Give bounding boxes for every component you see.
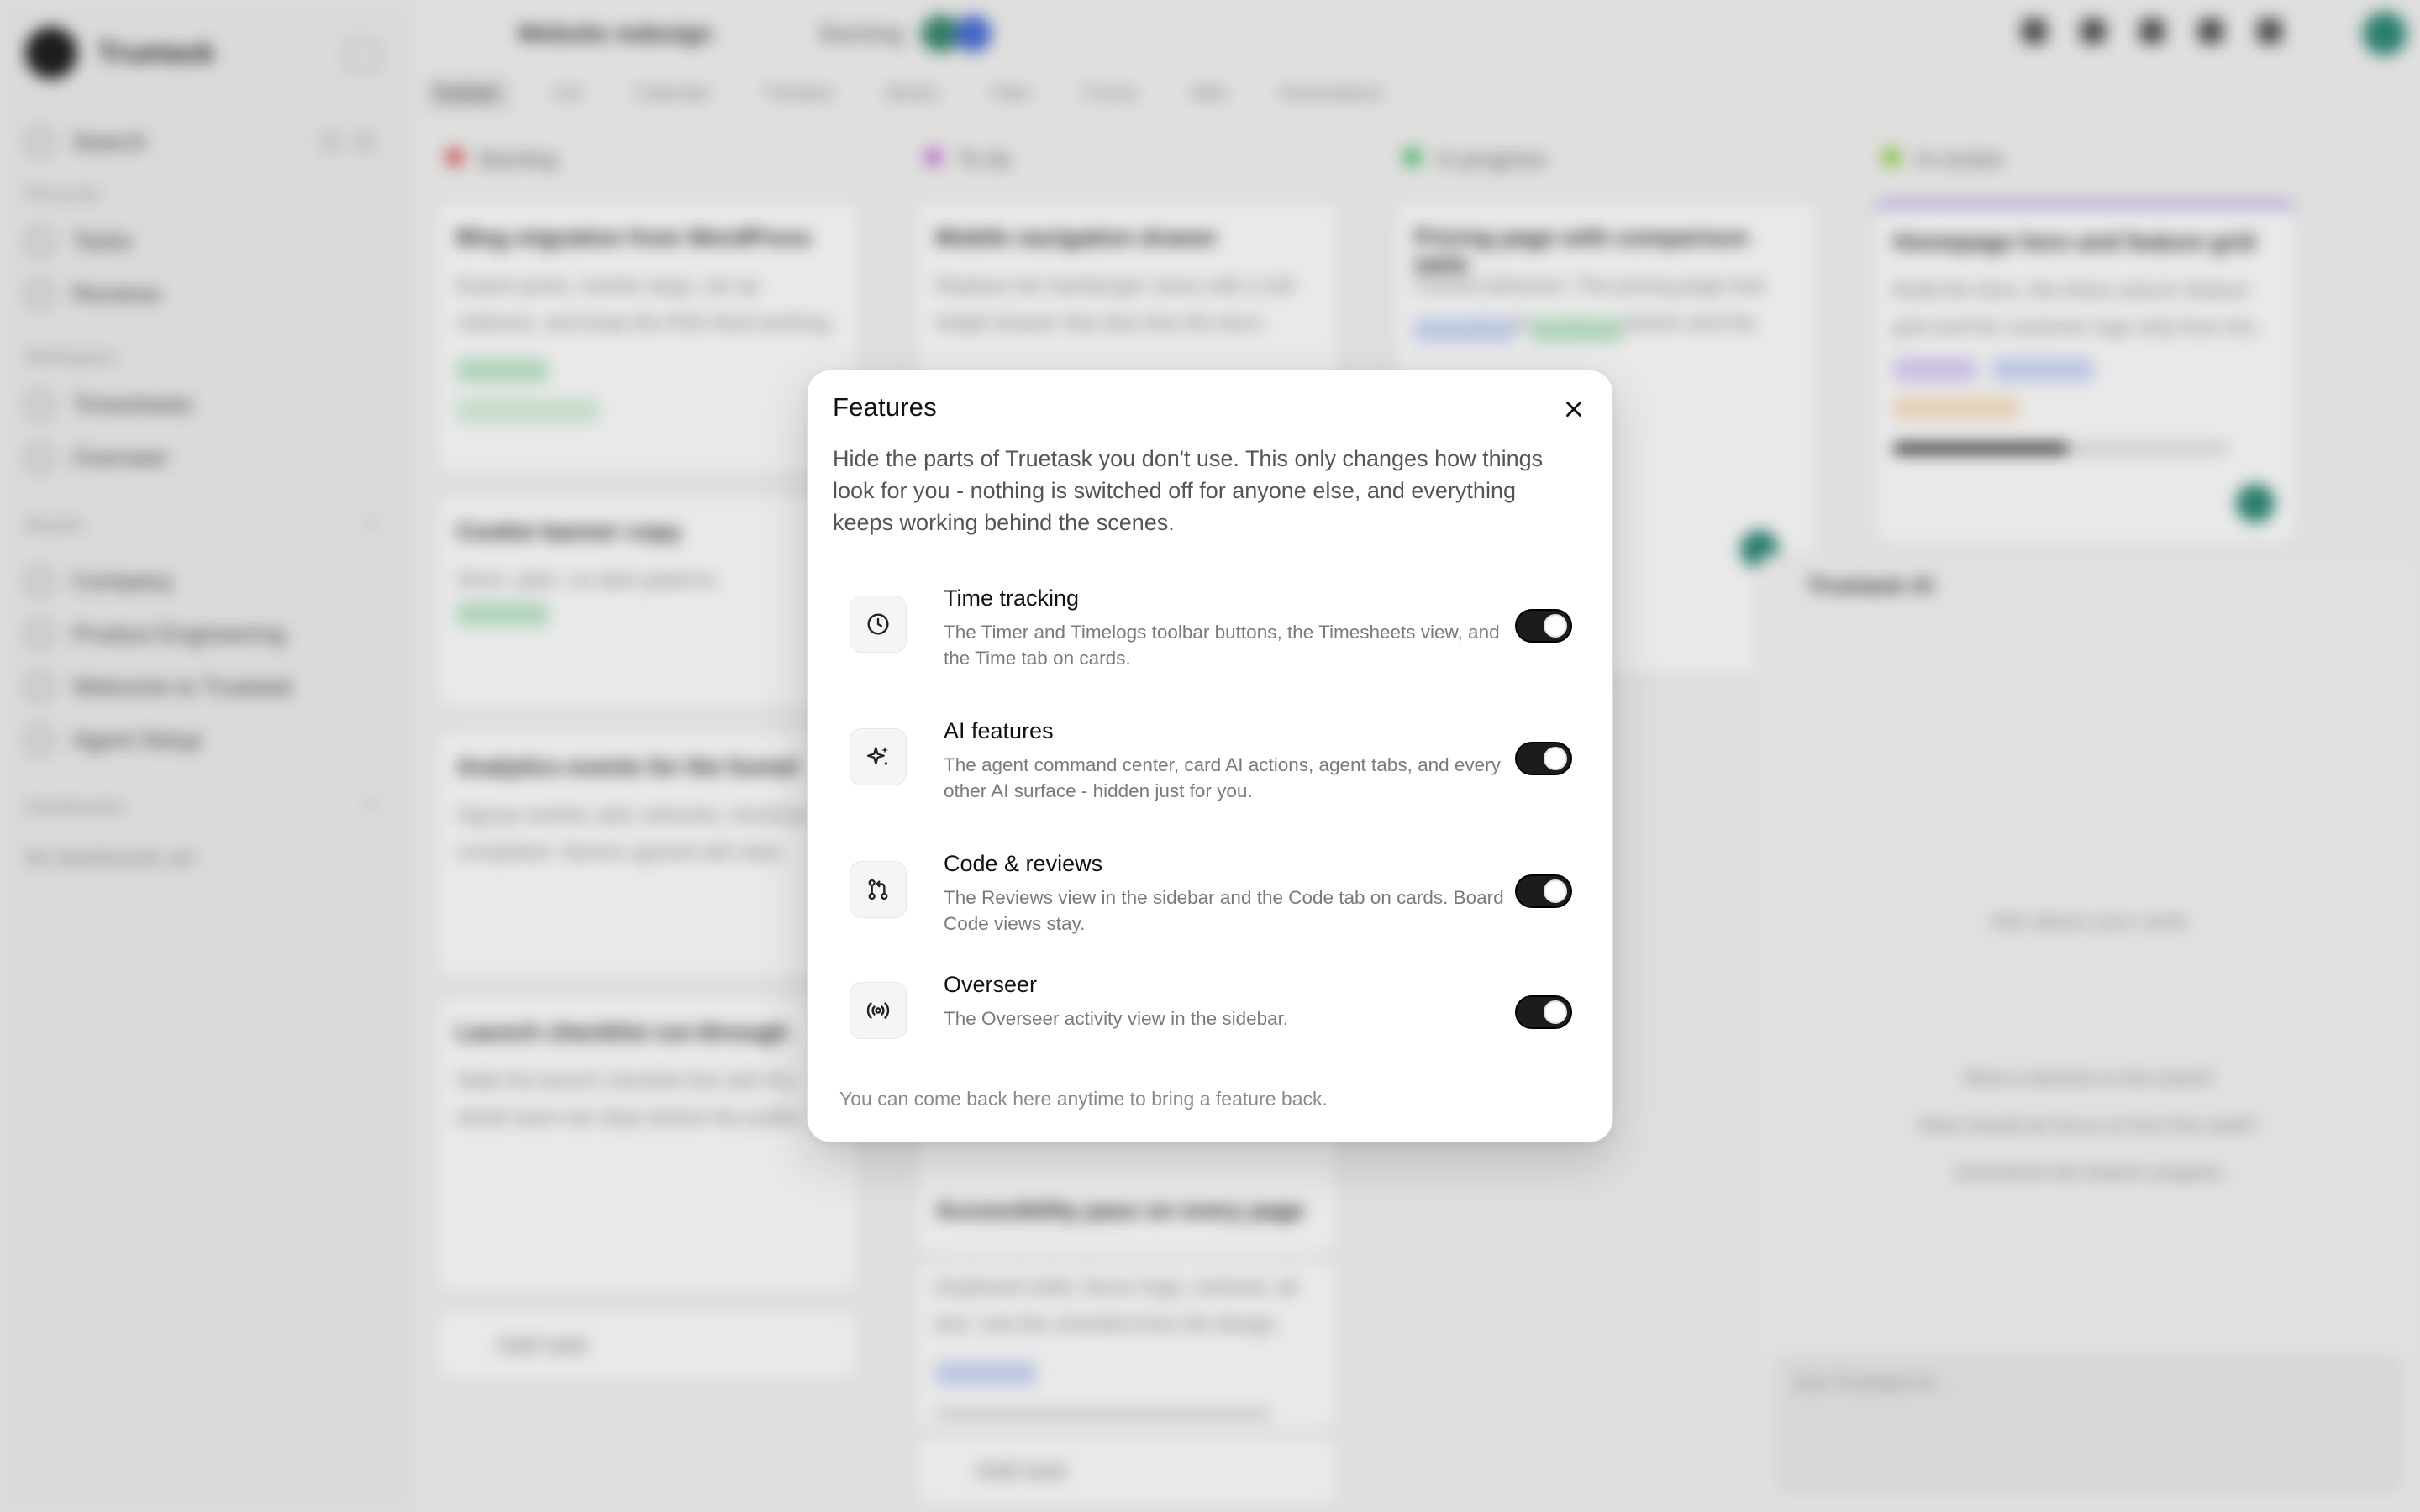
code-reviews-toggle[interactable] <box>1515 874 1572 908</box>
close-icon <box>1566 402 1581 417</box>
feature-description: The agent command center, card AI action… <box>944 754 1501 801</box>
feature-row-time-tracking: Time tracking The Timer and Timelogs too… <box>850 585 1572 678</box>
feature-icon-box <box>850 728 907 785</box>
toggle-knob <box>1544 747 1567 770</box>
feature-name: Overseer <box>944 972 1038 997</box>
feature-row-ai-features: AI features The agent command center, ca… <box>850 718 1572 811</box>
feature-name: AI features <box>944 718 1054 743</box>
features-dialog: Features Hide the parts of Truetask you … <box>807 370 1613 1142</box>
dialog-footer-note: You can come back here anytime to bring … <box>839 1088 1328 1110</box>
broadcast-icon <box>866 1002 890 1019</box>
overseer-toggle[interactable] <box>1515 995 1572 1029</box>
ai-features-toggle[interactable] <box>1515 742 1572 775</box>
clock-icon <box>867 613 889 635</box>
feature-name: Code & reviews <box>944 851 1103 876</box>
feature-row-code-reviews: Code & reviews The Reviews view in the s… <box>850 851 1572 943</box>
git-pull-request-icon <box>868 879 888 900</box>
feature-icon-box <box>850 861 907 918</box>
time-tracking-toggle[interactable] <box>1515 609 1572 643</box>
feature-description: The Overseer activity view in the sideba… <box>944 1008 1289 1029</box>
feature-icon-box <box>850 982 907 1039</box>
feature-row-overseer: Overseer The Overseer activity view in t… <box>850 972 1572 1064</box>
close-button[interactable] <box>1554 389 1594 429</box>
feature-name: Time tracking <box>944 585 1080 611</box>
feature-description: The Reviews view in the sidebar and the … <box>944 887 1504 934</box>
app-window: Truetask Search Personal Tasks Reviews W… <box>0 0 2420 1512</box>
toggle-knob <box>1544 879 1567 903</box>
feature-icon-box <box>850 596 907 653</box>
toggle-knob <box>1544 1000 1567 1024</box>
feature-description: The Timer and Timelogs toolbar buttons, … <box>944 622 1500 669</box>
sparkle-icon <box>866 747 888 765</box>
dialog-description: Hide the parts of Truetask you don't use… <box>833 446 1544 535</box>
dialog-title: Features <box>833 392 937 422</box>
toggle-knob <box>1544 614 1567 638</box>
